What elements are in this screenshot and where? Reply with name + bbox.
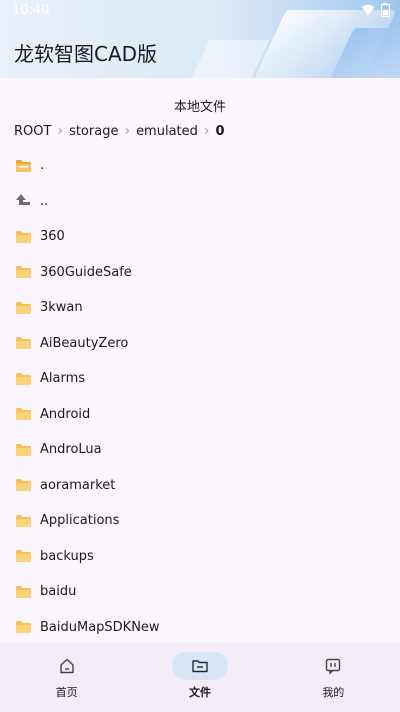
file-row[interactable]: Alarms: [0, 361, 400, 397]
file-list: ... 360 360GuideSafe 3kwan AiBeautyZero Alarm…: [0, 148, 400, 645]
folder-icon: [14, 584, 32, 600]
folder-icon: [14, 229, 32, 245]
file-name: Android: [40, 406, 91, 422]
file-name: AndroLua: [40, 442, 102, 458]
folder-current-icon: [14, 158, 32, 174]
file-name: aoramarket: [40, 477, 116, 493]
file-name: 360: [40, 229, 65, 245]
folder-icon: [14, 406, 32, 422]
bottom-nav: 首页 文件 我的: [0, 642, 400, 712]
breadcrumb: ROOT › storage › emulated › 0: [14, 122, 225, 140]
nav-label: 首页: [55, 686, 78, 699]
file-row[interactable]: 360GuideSafe: [0, 255, 400, 291]
app-title: 龙软智图CAD版: [14, 42, 158, 66]
folder-icon: [14, 300, 32, 316]
file-name: AiBeautyZero: [40, 335, 129, 351]
chevron-right-icon: ›: [57, 123, 64, 139]
breadcrumb-item-storage[interactable]: storage: [69, 124, 118, 139]
folder-icon: [14, 264, 32, 280]
nav-label: 文件: [188, 686, 211, 699]
folder-icon: [14, 442, 32, 458]
status-time: 10:40: [12, 3, 50, 18]
files-icon: [171, 652, 228, 680]
folder-icon: [14, 619, 32, 635]
file-row[interactable]: AiBeautyZero: [0, 326, 400, 362]
file-name: 360GuideSafe: [40, 264, 132, 280]
chevron-right-icon: ›: [203, 123, 210, 139]
folder-icon: [14, 548, 32, 564]
status-bar: 10:40: [0, 0, 400, 22]
file-row[interactable]: 360: [0, 219, 400, 255]
breadcrumb-item-emulated[interactable]: emulated: [136, 124, 198, 139]
folder-icon: [14, 513, 32, 529]
file-name: baidu: [40, 584, 77, 600]
file-name: Applications: [40, 513, 120, 529]
file-name: 3kwan: [40, 300, 83, 316]
page-title: 本地文件: [173, 100, 226, 115]
file-row[interactable]: AndroLua: [0, 432, 400, 468]
folder-icon: [14, 477, 32, 493]
file-name: BaiduMapSDKNew: [40, 619, 160, 635]
file-row[interactable]: Applications: [0, 503, 400, 539]
file-name: .: [40, 158, 45, 174]
file-row[interactable]: .: [0, 148, 400, 184]
breadcrumb-item-current[interactable]: 0: [216, 124, 225, 139]
file-row[interactable]: backups: [0, 539, 400, 575]
file-name: backups: [40, 548, 94, 564]
file-name: ..: [40, 193, 49, 209]
breadcrumb-item-root[interactable]: ROOT: [14, 124, 51, 139]
nav-item-1[interactable]: 文件: [133, 642, 266, 712]
profile-icon: [305, 652, 361, 680]
file-row[interactable]: ..: [0, 184, 400, 220]
nav-label: 我的: [322, 686, 345, 699]
chevron-right-icon: ›: [124, 123, 131, 139]
file-row[interactable]: aoramarket: [0, 468, 400, 504]
home-icon: [39, 652, 95, 680]
nav-item-2[interactable]: 我的: [267, 642, 400, 712]
wifi-icon: [361, 4, 375, 20]
file-row[interactable]: BaiduMapSDKNew: [0, 610, 400, 646]
folder-icon: [14, 371, 32, 387]
battery-icon: [380, 3, 391, 21]
file-row[interactable]: 3kwan: [0, 290, 400, 326]
file-row[interactable]: Android: [0, 397, 400, 433]
parent-up-icon: [14, 193, 32, 209]
folder-icon: [14, 335, 32, 351]
file-name: Alarms: [40, 371, 86, 387]
file-row[interactable]: baidu: [0, 574, 400, 610]
nav-item-0[interactable]: 首页: [0, 642, 133, 712]
